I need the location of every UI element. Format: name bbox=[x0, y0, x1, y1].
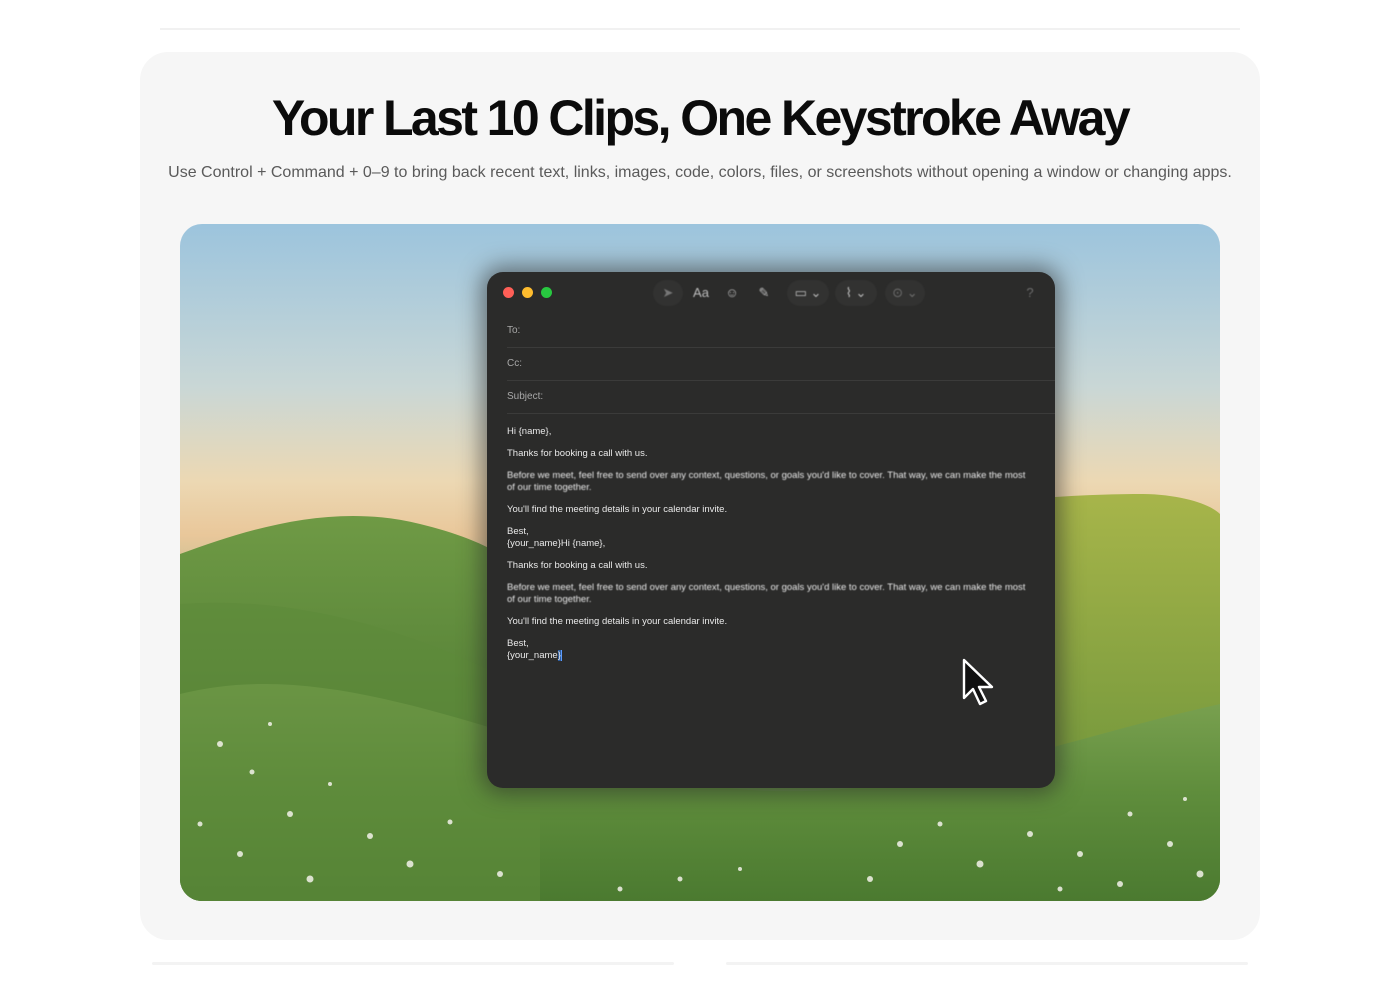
mouse-pointer-icon bbox=[962, 658, 994, 706]
signature-icon[interactable]: ⊙ ⌄ bbox=[885, 280, 925, 306]
cc-field[interactable]: Cc: bbox=[507, 347, 1055, 381]
to-field[interactable]: To: bbox=[507, 314, 1055, 348]
attachment-icon[interactable]: ⌇ ⌄ bbox=[835, 280, 877, 306]
photo-browser-icon[interactable]: ▭ ⌄ bbox=[787, 280, 829, 306]
body-paragraph: Thanks for booking a call with us. bbox=[507, 560, 648, 571]
body-line: Best, bbox=[507, 638, 529, 649]
to-label: To: bbox=[507, 325, 521, 336]
cc-label: Cc: bbox=[507, 358, 522, 369]
zoom-window-button[interactable] bbox=[541, 287, 552, 298]
body-line: {your_name bbox=[507, 650, 558, 661]
body-paragraph: Best, {your_name}Hi {name}, bbox=[507, 526, 1035, 550]
help-icon[interactable]: ? bbox=[1017, 280, 1043, 306]
mail-compose-window: ➤ Aa ☺ ✎ ▭ ⌄ ⌇ ⌄ ⊙ ⌄ ? To: Cc: Subject: … bbox=[487, 272, 1055, 788]
send-icon[interactable]: ➤ bbox=[653, 280, 683, 306]
format-button[interactable]: Aa bbox=[687, 280, 715, 306]
next-card-edge-left bbox=[152, 962, 674, 965]
next-card-edge-right bbox=[726, 962, 1248, 965]
body-paragraph: Before we meet, feel free to send over a… bbox=[507, 470, 1026, 493]
body-line: {your_name}Hi {name}, bbox=[507, 538, 606, 549]
body-paragraph: Before we meet, feel free to send over a… bbox=[507, 582, 1026, 605]
body-paragraph: You'll find the meeting details in your … bbox=[507, 504, 728, 515]
feature-title: Your Last 10 Clips, One Keystroke Away bbox=[271, 90, 1131, 146]
body-paragraph: Hi {name}, bbox=[507, 426, 552, 437]
feature-subtitle: Use Control + Command + 0–9 to bring bac… bbox=[168, 164, 1232, 181]
demo-video-frame: ➤ Aa ☺ ✎ ▭ ⌄ ⌇ ⌄ ⊙ ⌄ ? To: Cc: Subject: … bbox=[180, 224, 1220, 901]
body-paragraph: Thanks for booking a call with us. bbox=[507, 448, 648, 459]
top-divider bbox=[160, 28, 1240, 30]
body-paragraph: You'll find the meeting details in your … bbox=[507, 616, 728, 627]
subject-label: Subject: bbox=[507, 391, 544, 402]
body-line: Best, bbox=[507, 526, 529, 537]
minimize-window-button[interactable] bbox=[522, 287, 533, 298]
emoji-icon[interactable]: ☺ bbox=[719, 280, 745, 306]
text-selection: } bbox=[557, 650, 562, 661]
sticker-icon[interactable]: ✎ bbox=[749, 280, 779, 306]
close-window-button[interactable] bbox=[503, 287, 514, 298]
subject-field[interactable]: Subject: bbox=[507, 380, 1055, 414]
body-paragraph: Best, {your_name} bbox=[507, 638, 1035, 662]
message-body[interactable]: Hi {name}, Thanks for booking a call wit… bbox=[507, 426, 1035, 672]
